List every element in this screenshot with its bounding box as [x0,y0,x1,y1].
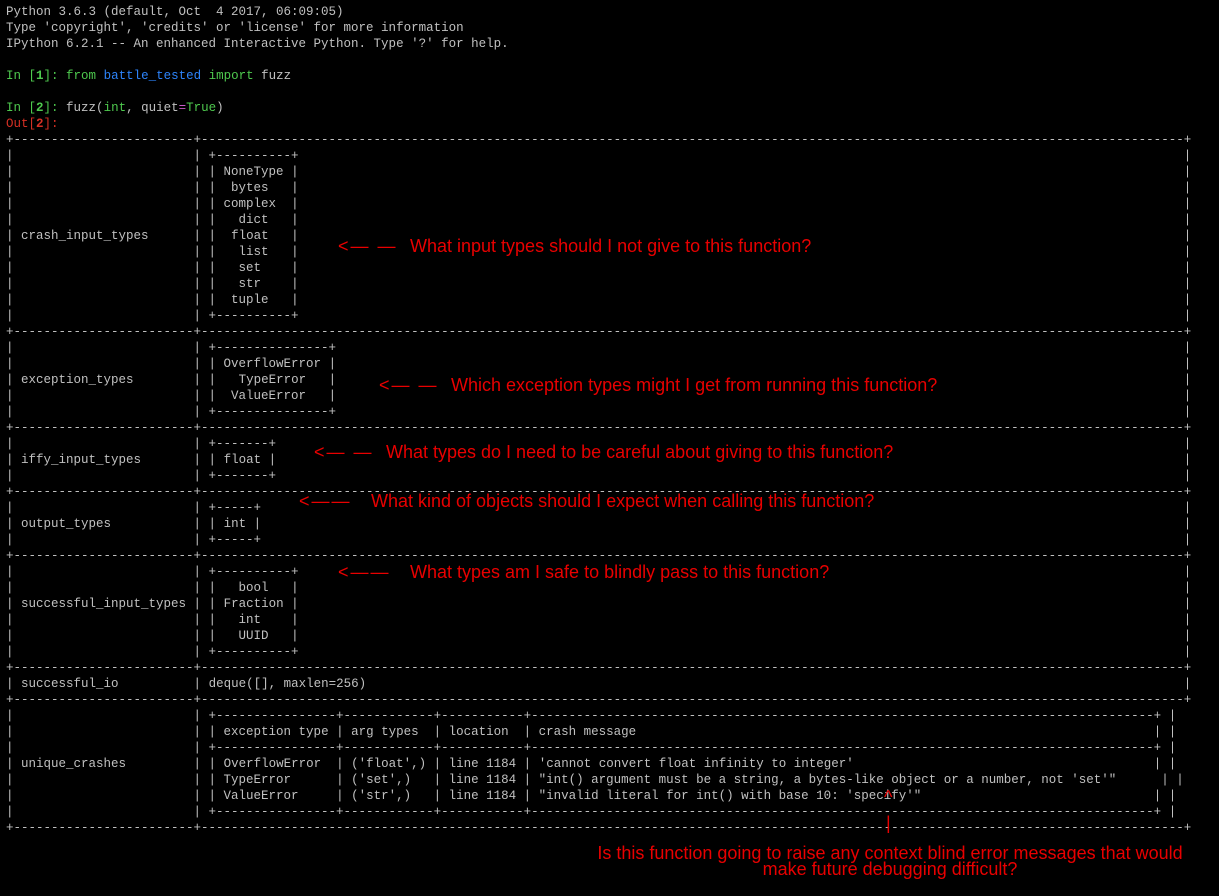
annotation-output-types: What kind of objects should I expect whe… [371,493,874,509]
arrow-3: <— — [314,444,374,460]
caret-up: ^ [884,789,892,805]
table-row: | | | bytes | | [6,180,1213,196]
table-row: | | | UUID | | [6,628,1213,644]
table-row-label: | unique_crashes | | OverflowError | ('f… [6,756,1213,772]
table-row: | | | ValueError | ('str',) | line 1184 … [6,788,1213,804]
arrow-1: <— — [338,238,398,254]
table-row: | | | bool | | [6,580,1213,596]
table-border: +------------------------+--------------… [6,692,1213,708]
table-row-label: | output_types | | int | | [6,516,1213,532]
table-row: | | +---------------+ | [6,340,1213,356]
arrow-4: <—— [299,493,352,509]
table-row: | | +----------+ | [6,148,1213,164]
table-row: | | +---------------+ | [6,404,1213,420]
table-row: | | +----------------+------------+-----… [6,708,1213,724]
table-row-label: | successful_input_types | | Fraction | … [6,596,1213,612]
table-row: | | | dict | | [6,212,1213,228]
table-row: | | | TypeError | ('set',) | line 1184 |… [6,772,1213,788]
table-row: | | | tuple | | [6,292,1213,308]
output-2-label: Out[2]: [6,116,1213,132]
annotation-bottom: Is this function going to raise any cont… [580,845,1200,877]
python-info-line: Type 'copyright', 'credits' or 'license'… [6,20,1213,36]
table-border: +------------------------+--------------… [6,660,1213,676]
table-row: | | | OverflowError | | [6,356,1213,372]
table-row: | | | set | | [6,260,1213,276]
table-row: | | | str | | [6,276,1213,292]
python-version-line: Python 3.6.3 (default, Oct 4 2017, 06:09… [6,4,1213,20]
annotation-crash-input: What input types should I not give to th… [410,238,811,254]
arrow-2: <— — [379,377,439,393]
table-border-top: +------------------------+--------------… [6,132,1213,148]
table-row: | | +-----+ | [6,532,1213,548]
annotation-iffy-input: What types do I need to be careful about… [386,444,893,460]
table-row: | | +----------+ | [6,644,1213,660]
input-1-line[interactable]: In [1]: from battle_tested import fuzz [6,68,1213,84]
table-row: | | | int | | [6,612,1213,628]
table-row: | | +----------+ | [6,308,1213,324]
table-border: +------------------------+--------------… [6,420,1213,436]
arrow-5: <—— [338,564,391,580]
table-header-row: | | | exception type | arg types | locat… [6,724,1213,740]
input-2-line[interactable]: In [2]: fuzz(int, quiet=True) [6,100,1213,116]
table-row: | | +----------------+------------+-----… [6,804,1213,820]
table-border-bottom: +------------------------+--------------… [6,820,1213,836]
table-row: | | | complex | | [6,196,1213,212]
pipe-down: | [886,815,891,831]
ipython-version-line: IPython 6.2.1 -- An enhanced Interactive… [6,36,1213,52]
annotation-exception-types: Which exception types might I get from r… [451,377,937,393]
table-border: +------------------------+--------------… [6,324,1213,340]
table-row: | | +----------------+------------+-----… [6,740,1213,756]
table-row: | | | NoneType | | [6,164,1213,180]
annotation-successful-input: What types am I safe to blindly pass to … [410,564,829,580]
table-row-label: | successful_io | deque([], maxlen=256) … [6,676,1213,692]
table-row: | | +-------+ | [6,468,1213,484]
